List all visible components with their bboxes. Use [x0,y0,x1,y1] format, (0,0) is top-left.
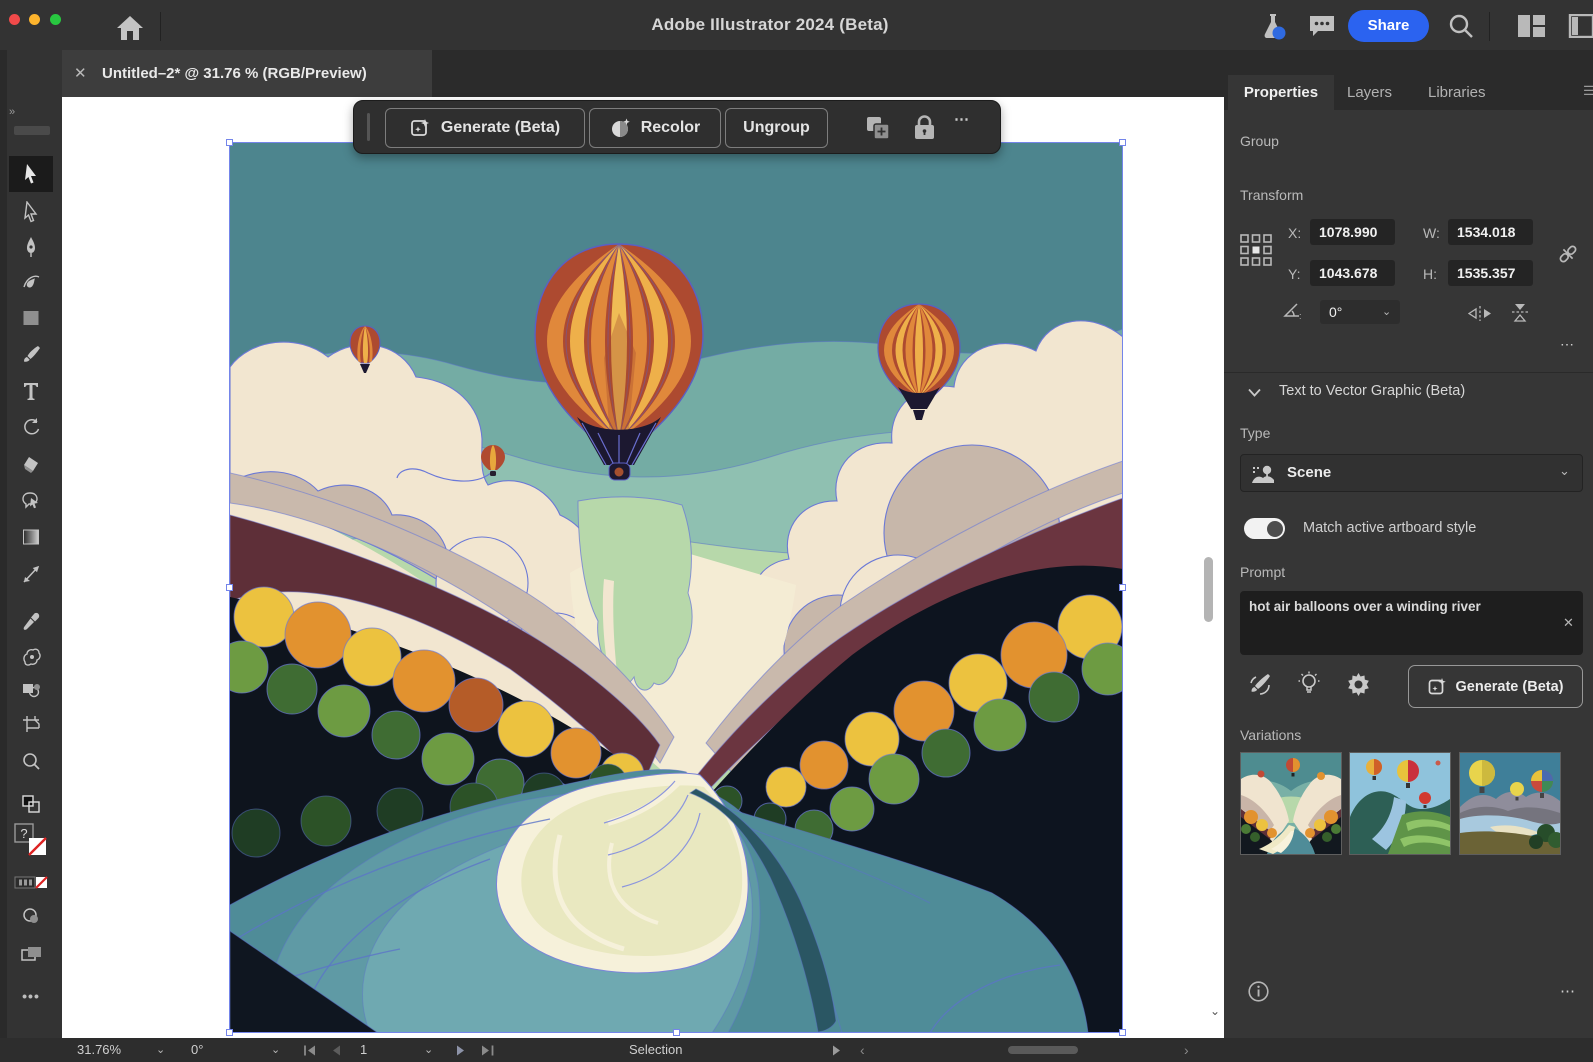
svg-text::: : [1299,311,1302,320]
svg-text:?: ? [20,826,27,841]
